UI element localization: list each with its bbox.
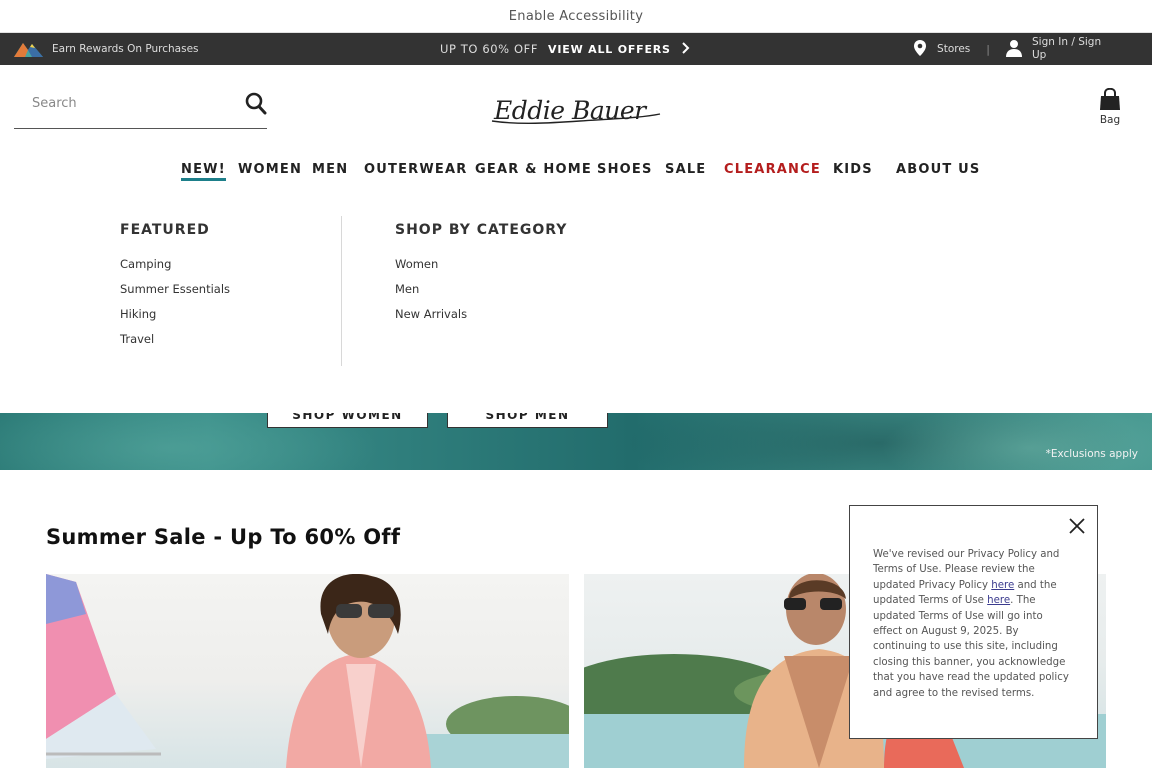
- hero-water-foam: [880, 413, 1152, 470]
- terms-of-use-link[interactable]: here: [987, 595, 1010, 606]
- nav-sale[interactable]: SALE: [665, 162, 706, 177]
- offer-text: UP TO 60% OFF: [440, 42, 539, 56]
- exclusions-note: *Exclusions apply: [1045, 448, 1138, 460]
- nav-clearance[interactable]: CLEARANCE: [724, 162, 821, 177]
- search-icon[interactable]: [245, 92, 267, 116]
- menu-divider: [341, 216, 342, 366]
- view-all-offers-link[interactable]: VIEW ALL OFFERS: [548, 43, 671, 56]
- menu-link-new-arrivals[interactable]: New Arrivals: [395, 307, 467, 321]
- privacy-text: We've revised our Privacy Policy and Ter…: [873, 547, 1075, 701]
- search-input[interactable]: [32, 96, 232, 111]
- bag-label: Bag: [1099, 114, 1121, 126]
- eddie-bauer-logo[interactable]: Eddie Bauer: [490, 92, 662, 128]
- women-sale-image[interactable]: [46, 574, 569, 768]
- sign-in-link[interactable]: Sign In / Sign Up: [1032, 36, 1112, 62]
- privacy-notice: We've revised our Privacy Policy and Ter…: [849, 505, 1098, 739]
- nav-men[interactable]: MEN: [312, 162, 348, 177]
- menu-link-travel[interactable]: Travel: [120, 332, 154, 346]
- divider: |: [986, 42, 990, 56]
- hero-banner: SHOP WOMEN SHOP MEN *Exclusions apply: [0, 413, 1152, 470]
- nav-gear-home[interactable]: GEAR & HOME: [475, 162, 592, 177]
- category-heading: SHOP BY CATEGORY: [395, 222, 568, 238]
- chevron-right-icon: [681, 41, 691, 57]
- privacy-text-part: . The updated Terms of Use will go into …: [873, 595, 1069, 699]
- nav-new[interactable]: NEW!: [181, 162, 226, 181]
- shop-men-button[interactable]: SHOP MEN: [447, 413, 608, 428]
- search-box: [14, 88, 267, 129]
- enable-accessibility-link[interactable]: Enable Accessibility: [509, 9, 643, 24]
- rewards-text: Earn Rewards On Purchases: [52, 43, 199, 55]
- nav-shoes[interactable]: SHOES: [597, 162, 653, 177]
- main-nav: NEW! WOMEN MEN OUTERWEAR GEAR & HOME SHO…: [0, 160, 1152, 184]
- offers-banner[interactable]: UP TO 60% OFF VIEW ALL OFFERS: [440, 33, 691, 65]
- nav-outerwear[interactable]: OUTERWEAR: [364, 162, 467, 177]
- nav-about-us[interactable]: ABOUT US: [896, 162, 981, 177]
- promo-bar: Earn Rewards On Purchases UP TO 60% OFF …: [0, 33, 1152, 65]
- mountain-logo-icon: [14, 38, 44, 61]
- location-pin-icon: [913, 39, 927, 60]
- rewards-link[interactable]: Earn Rewards On Purchases: [14, 33, 199, 65]
- menu-link-women[interactable]: Women: [395, 257, 438, 271]
- privacy-policy-link[interactable]: here: [991, 580, 1014, 591]
- shop-women-button[interactable]: SHOP WOMEN: [267, 413, 428, 428]
- stores-link[interactable]: Stores: [937, 43, 970, 55]
- featured-heading: FEATURED: [120, 222, 210, 238]
- menu-link-summer-essentials[interactable]: Summer Essentials: [120, 282, 230, 296]
- menu-link-men[interactable]: Men: [395, 282, 419, 296]
- nav-kids[interactable]: KIDS: [833, 162, 873, 177]
- nav-women[interactable]: WOMEN: [238, 162, 302, 177]
- mega-menu: FEATURED Camping Summer Essentials Hikin…: [0, 196, 1152, 413]
- user-icon: [1006, 39, 1022, 60]
- bag-button[interactable]: Bag: [1096, 88, 1124, 128]
- logo-wordmark: Eddie Bauer: [493, 96, 648, 125]
- accessibility-bar: Enable Accessibility: [0, 0, 1152, 33]
- account-links: Stores | Sign In / Sign Up: [913, 33, 1112, 65]
- section-title: Summer Sale - Up To 60% Off: [46, 525, 401, 549]
- close-icon[interactable]: [1067, 516, 1087, 536]
- menu-link-camping[interactable]: Camping: [120, 257, 171, 271]
- menu-link-hiking[interactable]: Hiking: [120, 307, 156, 321]
